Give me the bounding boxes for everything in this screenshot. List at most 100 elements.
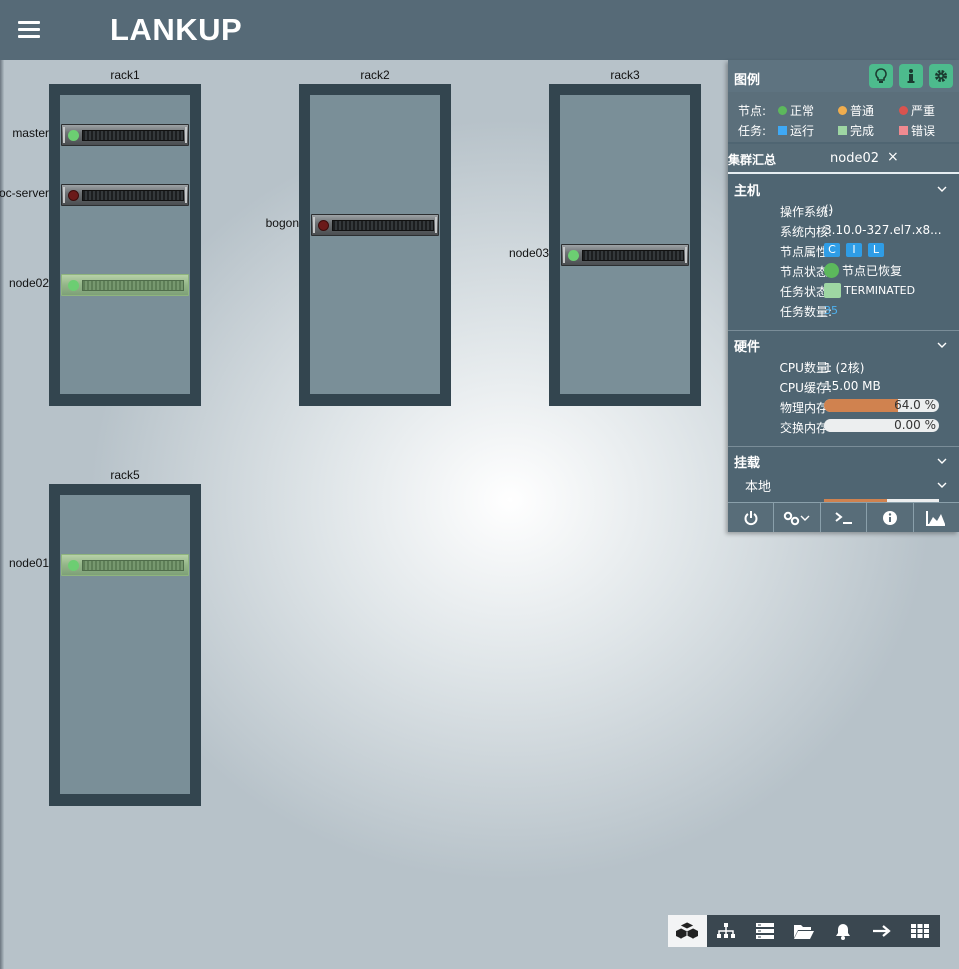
lightbulb-icon[interactable]: [869, 64, 893, 88]
legend-common: 普通: [838, 102, 874, 119]
legend-completed: 完成: [838, 122, 874, 139]
legend-header: 图例: [728, 60, 959, 92]
cpu-cache-key: CPU缓存:: [779, 381, 832, 395]
rack-interior: [60, 495, 190, 794]
task-count-key: 任务数量:: [779, 305, 832, 319]
task-status-swatch-icon: [824, 283, 841, 298]
legend-node-key: 节点:: [738, 104, 767, 118]
legend-severe: 严重: [899, 102, 935, 119]
server-node01[interactable]: [61, 554, 189, 576]
status-dot-icon: [824, 263, 839, 278]
link-icon[interactable]: [774, 503, 821, 532]
mount-section: 挂载 本地: [728, 448, 959, 502]
host-section-title[interactable]: 主机: [734, 180, 760, 199]
node-label-node03[interactable]: node03: [509, 246, 549, 260]
hardware-section-title[interactable]: 硬件: [734, 336, 760, 355]
cpu-cache-value: 15.00 MB: [824, 379, 881, 393]
cpu-count-value: 1 (2核): [824, 361, 865, 375]
legend-title: 图例: [734, 73, 761, 88]
server-node02[interactable]: [61, 274, 189, 296]
chevron-down-icon[interactable]: [937, 340, 947, 350]
rack-label: rack2: [360, 68, 390, 82]
tab-node02[interactable]: node02: [830, 151, 879, 166]
node-label-oc-server[interactable]: oc-server: [0, 186, 49, 200]
node-label-node01[interactable]: node01: [9, 556, 49, 570]
rack-label: rack1: [110, 68, 140, 82]
swap-usage-bar: 0.00 %: [824, 419, 939, 432]
node-attr-badges: CIL: [824, 242, 890, 257]
attr-badge-l: L: [868, 243, 884, 257]
bottom-dock: [668, 915, 940, 947]
legend-normal: 正常: [778, 102, 814, 119]
rack-interior: [310, 95, 440, 394]
status-led-icon: [68, 190, 79, 201]
node-toolbar: [728, 502, 959, 532]
grid-icon[interactable]: [901, 915, 940, 947]
legend-task-key: 任务:: [738, 124, 767, 138]
swap-usage-text: 0.00 %: [894, 419, 936, 432]
info-icon[interactable]: [867, 503, 914, 532]
info-icon[interactable]: [899, 64, 923, 88]
attr-badge-c: C: [824, 243, 840, 257]
node-label-bogon[interactable]: bogon: [266, 216, 299, 230]
status-led-icon: [68, 560, 79, 571]
rack-frame: [49, 484, 201, 806]
hardware-section: 硬件 CPU数量: 1 (2核) CPU缓存: 15.00 MB 物理内存: 6…: [728, 332, 959, 446]
folder-icon[interactable]: [785, 915, 824, 947]
node-status-value: 节点已恢复: [824, 262, 902, 279]
top-bar: LANKUP: [0, 0, 959, 60]
task-count-value[interactable]: 35: [824, 304, 838, 317]
hierarchy-icon[interactable]: [707, 915, 746, 947]
status-led-icon: [568, 250, 579, 261]
server-node03[interactable]: [561, 244, 689, 266]
legend-rows: 节点: 正常 普通 严重 任务: 运行 完成 错误: [728, 92, 959, 142]
server-oc-server[interactable]: [61, 184, 189, 206]
node-label-master[interactable]: master: [12, 126, 49, 140]
topology-icon[interactable]: [668, 915, 707, 947]
hamburger-menu-icon[interactable]: [18, 21, 40, 39]
memory-key: 物理内存:: [779, 401, 832, 415]
chevron-down-icon[interactable]: [937, 184, 947, 194]
os-key: 操作系统:: [779, 205, 832, 219]
memory-usage-bar: 64.0 %: [824, 399, 939, 412]
kernel-key: 系统内核:: [779, 225, 832, 239]
task-status-value: TERMINATED: [824, 283, 915, 298]
rack-frame: [299, 84, 451, 406]
section-divider: [728, 446, 959, 447]
chart-icon[interactable]: [914, 503, 959, 532]
legend-running: 运行: [778, 122, 814, 139]
cpu-count-key: CPU数量:: [779, 361, 832, 375]
power-icon[interactable]: [728, 503, 775, 532]
panel-tabs: 集群汇总 node02 ×: [728, 144, 959, 174]
rack-label: rack5: [110, 468, 140, 482]
os-value: (): [824, 203, 834, 217]
status-led-icon: [68, 130, 79, 141]
host-section: 主机 操作系统: () 系统内核: 3.10.0-327.el7.x8... 节…: [728, 176, 959, 331]
attr-badge-i: I: [846, 243, 862, 257]
app-title: LANKUP: [110, 12, 243, 47]
rack-label: rack3: [610, 68, 640, 82]
tab-cluster-summary[interactable]: 集群汇总: [728, 151, 776, 168]
memory-usage-fill: [824, 399, 898, 412]
gear-icon[interactable]: [929, 64, 953, 88]
detail-panel: 图例 节点: 正常 普通 严重 任务: 运行 完成 错误 集群汇总 node02…: [728, 60, 959, 532]
bell-icon[interactable]: [823, 915, 862, 947]
mount-section-title[interactable]: 挂载: [734, 452, 760, 471]
section-divider: [728, 330, 959, 331]
kernel-value: 3.10.0-327.el7.x8...: [824, 223, 942, 237]
status-led-icon: [318, 220, 329, 231]
node-attr-key: 节点属性:: [779, 245, 832, 259]
chevron-down-icon[interactable]: [937, 456, 947, 466]
legend-error: 错误: [899, 122, 935, 139]
arrow-right-icon[interactable]: [862, 915, 901, 947]
memory-usage-text: 64.0 %: [894, 399, 936, 412]
server-master[interactable]: [61, 124, 189, 146]
server-list-icon[interactable]: [746, 915, 785, 947]
chevron-down-icon[interactable]: [937, 480, 947, 490]
mount-local-label[interactable]: 本地: [745, 476, 771, 495]
node-status-key: 节点状态:: [779, 265, 832, 279]
node-label-node02[interactable]: node02: [9, 276, 49, 290]
close-tab-icon[interactable]: ×: [887, 149, 899, 165]
terminal-icon[interactable]: [821, 503, 868, 532]
server-bogon[interactable]: [311, 214, 439, 236]
